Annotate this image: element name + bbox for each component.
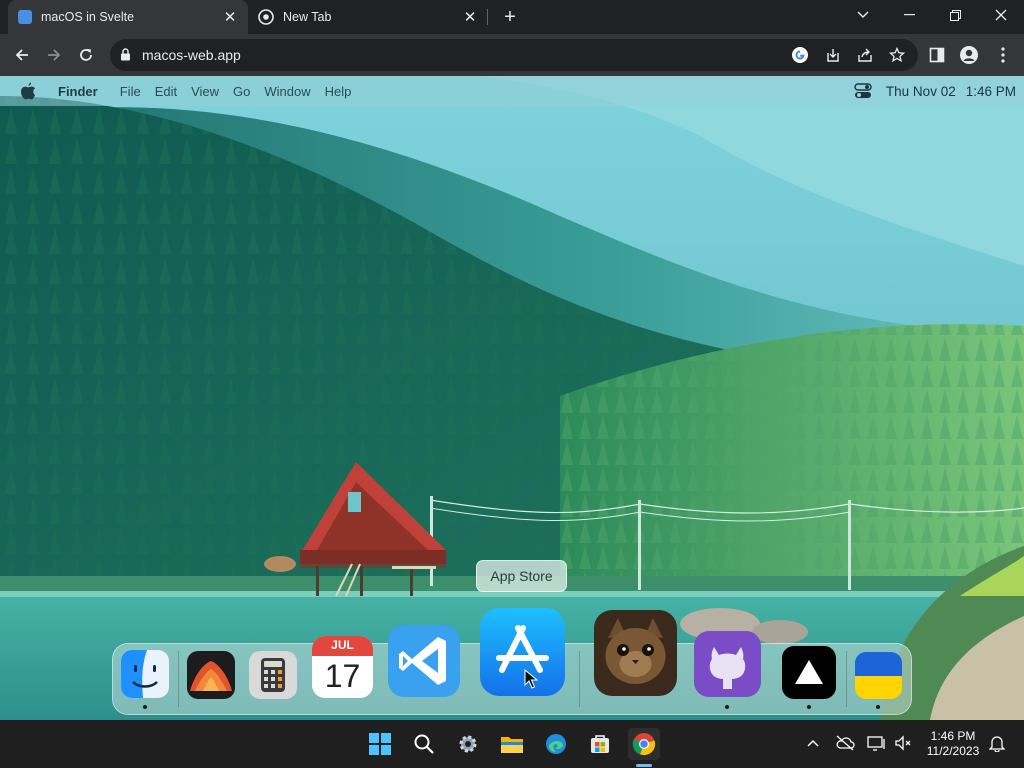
back-button[interactable] <box>9 42 35 68</box>
taskbar-clock[interactable]: 1:46 PM 11/2/2023 <box>918 729 988 759</box>
onedrive-offline-icon[interactable] <box>834 732 856 754</box>
windows-taskbar: 1:46 PM 11/2/2023 <box>0 720 1024 768</box>
settings-gear-icon[interactable] <box>452 728 484 760</box>
show-hidden-icons-icon[interactable] <box>802 732 824 754</box>
restore-button[interactable] <box>932 0 978 30</box>
close-tab-icon[interactable]: ✕ <box>222 9 238 26</box>
tab-title: New Tab <box>283 10 332 24</box>
menu-go[interactable]: Go <box>233 84 250 99</box>
tab-macos-in-svelte[interactable]: macOS in Svelte ✕ <box>8 0 248 34</box>
menubar-time[interactable]: 1:46 PM <box>966 84 1016 99</box>
menu-help[interactable]: Help <box>325 84 352 99</box>
microsoft-store-icon[interactable] <box>584 728 616 760</box>
finder-favicon-icon <box>18 10 32 24</box>
chrome-taskbar-icon[interactable] <box>628 728 660 760</box>
calendar-day: 17 <box>324 658 361 694</box>
chrome-menu-icon[interactable] <box>992 44 1014 66</box>
calendar-icon[interactable]: JUL 17 <box>312 636 373 698</box>
mouse-cursor-icon <box>524 669 538 689</box>
taskbar-date: 11/2/2023 <box>926 744 980 758</box>
browser-tab-strip: macOS in Svelte ✕ New Tab ✕ + <box>0 0 1024 34</box>
menu-edit[interactable]: Edit <box>155 84 177 99</box>
address-bar[interactable]: macos-web.app <box>110 39 918 71</box>
share-icon[interactable] <box>855 45 875 65</box>
minimize-button[interactable] <box>886 0 932 30</box>
new-tab-button[interactable]: + <box>498 5 522 29</box>
ukraine-flag-icon[interactable] <box>855 652 902 699</box>
dock-separator <box>846 651 847 707</box>
chrome-favicon-icon <box>258 9 274 25</box>
tab-new-tab[interactable]: New Tab ✕ <box>248 0 488 34</box>
vscode-icon[interactable] <box>388 625 460 697</box>
wallpapers-icon[interactable] <box>187 651 235 699</box>
close-tab-icon[interactable]: ✕ <box>462 9 478 26</box>
app-store-icon[interactable] <box>480 608 565 696</box>
active-app-indicator <box>636 764 652 767</box>
notifications-bell-icon[interactable] <box>986 732 1008 754</box>
menu-window[interactable]: Window <box>264 84 310 99</box>
finder-icon[interactable] <box>121 650 169 698</box>
tab-search-icon[interactable] <box>840 0 886 30</box>
reload-button[interactable] <box>73 42 99 68</box>
windows-start-icon[interactable] <box>364 728 396 760</box>
side-panel-icon[interactable] <box>926 44 948 66</box>
install-app-icon[interactable] <box>823 45 843 65</box>
forward-button[interactable] <box>41 42 67 68</box>
dock-separator <box>579 651 580 707</box>
menu-app-name[interactable]: Finder <box>58 84 98 99</box>
tab-title: macOS in Svelte <box>41 10 135 24</box>
file-explorer-icon[interactable] <box>496 728 528 760</box>
running-indicator <box>143 705 147 709</box>
running-indicator <box>876 705 880 709</box>
close-window-button[interactable] <box>978 0 1024 30</box>
calendar-month: JUL <box>331 638 354 652</box>
purrfect-cat-icon[interactable] <box>594 610 677 696</box>
running-indicator <box>807 705 811 709</box>
menu-file[interactable]: File <box>120 84 141 99</box>
control-center-icon[interactable] <box>854 83 872 99</box>
vercel-icon[interactable] <box>782 646 836 699</box>
dock-tooltip: App Store <box>476 560 567 592</box>
menu-view[interactable]: View <box>191 84 219 99</box>
running-indicator <box>725 705 729 709</box>
url-text: macos-web.app <box>142 47 241 63</box>
edge-browser-icon[interactable] <box>540 728 572 760</box>
calculator-icon[interactable] <box>247 651 299 699</box>
web-viewport: Finder File Edit View Go Window Help Thu… <box>0 76 1024 720</box>
lock-icon[interactable] <box>120 48 131 66</box>
volume-muted-icon[interactable] <box>892 732 914 754</box>
browser-toolbar: macos-web.app <box>0 34 1024 76</box>
tab-divider <box>487 9 488 25</box>
profile-avatar-icon[interactable] <box>958 44 980 66</box>
macos-menu-bar: Finder File Edit View Go Window Help Thu… <box>0 76 1024 106</box>
dock-separator <box>178 651 179 707</box>
apple-logo-icon[interactable] <box>20 82 38 100</box>
search-icon[interactable] <box>408 728 440 760</box>
github-icon[interactable] <box>694 631 761 697</box>
taskbar-time: 1:46 PM <box>930 729 976 743</box>
google-lens-icon[interactable] <box>790 45 810 65</box>
network-icon[interactable] <box>866 732 888 754</box>
bookmark-star-icon[interactable] <box>887 45 907 65</box>
menubar-date[interactable]: Thu Nov 02 <box>886 84 956 99</box>
